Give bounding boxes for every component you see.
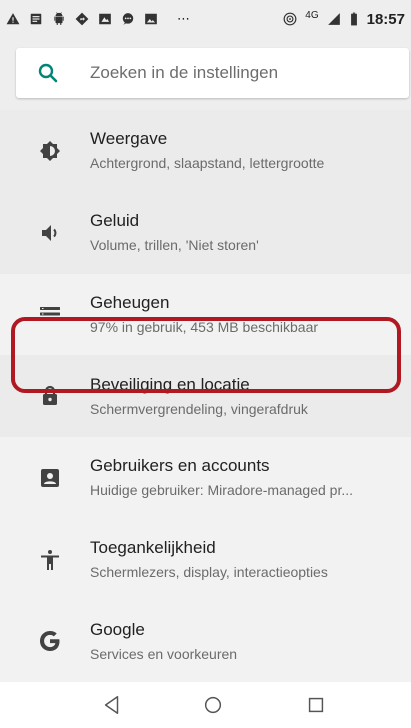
setting-title: Gebruikers en accounts [90, 456, 270, 476]
setting-display[interactable]: Weergave Achtergrond, slaapstand, letter… [0, 110, 411, 192]
google-icon [38, 629, 62, 653]
setting-subtitle: Huidige gebruiker: Miradore-managed pr..… [90, 482, 354, 499]
setting-subtitle: 97% in gebruik, 453 MB beschikbaar [90, 318, 319, 335]
battery-icon [349, 12, 359, 26]
search-header [0, 38, 411, 110]
setting-title: Toegankelijkheid [90, 538, 216, 558]
account-box-icon [38, 466, 62, 490]
home-icon[interactable] [202, 694, 224, 716]
storage-icon [38, 302, 62, 326]
setting-title: Geheugen [90, 292, 170, 312]
android-icon [52, 12, 66, 26]
back-icon[interactable] [101, 694, 123, 716]
image-icon [144, 12, 158, 26]
more-notifications: ⋯ [177, 11, 190, 26]
notes-icon [29, 12, 43, 26]
system-icons: 4G 18:57 [283, 9, 405, 28]
setting-subtitle: Schermlezers, display, interactieopties [90, 564, 328, 581]
search-icon[interactable] [36, 61, 60, 85]
setting-subtitle: Volume, trillen, 'Niet storen' [90, 237, 259, 254]
lock-icon [38, 384, 62, 408]
setting-title: Geluid [90, 211, 140, 231]
setting-users-accounts[interactable]: Gebruikers en accounts Huidige gebruiker… [0, 437, 411, 519]
hotspot-icon [283, 12, 297, 26]
setting-accessibility[interactable]: Toegankelijkheid Schermlezers, display, … [0, 519, 411, 601]
setting-subtitle: Schermvergrendeling, vingerafdruk [90, 400, 308, 417]
setting-subtitle: Services en voorkeuren [90, 645, 238, 662]
setting-sound[interactable]: Geluid Volume, trillen, 'Niet storen' [0, 191, 411, 274]
setting-text: Weergave Achtergrond, slaapstand, letter… [90, 128, 390, 173]
setting-storage[interactable]: Geheugen 97% in gebruik, 453 MB beschikb… [0, 274, 411, 356]
search-input[interactable] [90, 63, 370, 83]
warning-icon [6, 12, 20, 26]
setting-title: Beveiliging en locatie [90, 374, 250, 394]
settings-list: Weergave Achtergrond, slaapstand, letter… [0, 110, 411, 682]
network-type-label: 4G [305, 9, 319, 21]
accessibility-icon [38, 548, 62, 572]
setting-security[interactable]: Beveiliging en locatie Schermvergrendeli… [0, 355, 411, 437]
search-bar[interactable] [16, 48, 409, 98]
brightness-icon [38, 139, 62, 163]
volume-icon [38, 221, 62, 245]
setting-text: Geheugen 97% in gebruik, 453 MB beschikb… [90, 292, 390, 337]
setting-google[interactable]: Google Services en voorkeuren [0, 601, 411, 683]
setting-text: Geluid Volume, trillen, 'Niet storen' [90, 210, 390, 255]
clock: 18:57 [366, 10, 405, 28]
setting-text: Beveiliging en locatie Schermvergrendeli… [90, 374, 390, 419]
setting-text: Gebruikers en accounts Huidige gebruiker… [90, 455, 390, 500]
setting-title: Weergave [90, 129, 168, 149]
screenshot-icon [98, 12, 112, 26]
status-bar: ⋯ 4G 18:57 [0, 0, 411, 38]
chat-icon [121, 12, 135, 26]
recents-icon[interactable] [305, 694, 327, 716]
setting-title: Google [90, 619, 145, 639]
maps-icon [75, 12, 89, 26]
notification-icons: ⋯ [6, 11, 190, 27]
setting-text: Toegankelijkheid Schermlezers, display, … [90, 537, 390, 582]
navigation-bar [0, 682, 411, 728]
signal-icon [327, 12, 341, 26]
setting-text: Google Services en voorkeuren [90, 619, 390, 664]
setting-subtitle: Achtergrond, slaapstand, lettergrootte [90, 155, 325, 172]
